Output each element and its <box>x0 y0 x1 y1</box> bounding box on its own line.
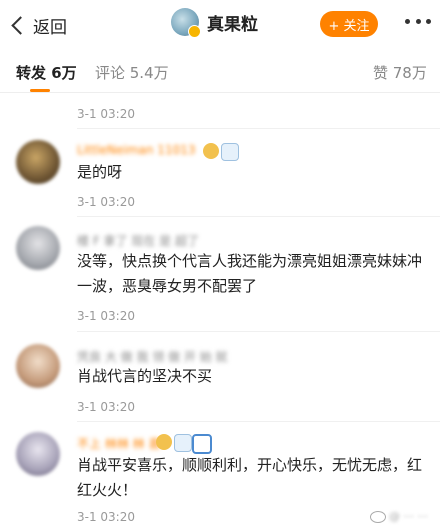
account-title[interactable]: 真果粒 <box>171 8 258 38</box>
username[interactable]: 不上 林林 林 喜 <box>77 435 160 452</box>
chevron-left-icon <box>11 16 30 35</box>
bunny-badge-icon <box>174 434 192 452</box>
top-nav-bar: 返回 真果粒 + 关注 <box>0 0 440 50</box>
account-name: 真果粒 <box>207 14 258 35</box>
shield-badge-icon <box>192 434 212 454</box>
timestamp: 3-1 03:20 <box>77 107 135 121</box>
divider <box>77 331 440 332</box>
timestamp: 3-1 03:20 <box>77 400 135 414</box>
divider <box>77 128 440 129</box>
comment-text: 没等，快点换个代言人我还能为漂亮姐姐漂亮妹妹冲一波，恶臭辱女男不配罢了 <box>77 252 423 295</box>
bunny-badge-icon <box>221 143 239 161</box>
tab-bar: 转发 6万 评论 5.4万 赞 78万 <box>0 56 440 93</box>
comment-text: 肖战代言的坚决不买 <box>77 367 213 385</box>
avatar[interactable] <box>16 140 60 184</box>
timestamp: 3-1 03:20 <box>77 510 135 524</box>
weibo-logo-icon <box>370 510 386 523</box>
avatar[interactable] <box>16 226 60 270</box>
username[interactable]: LittleNeiman 11013 <box>77 143 195 157</box>
more-icon[interactable] <box>405 16 431 26</box>
avatar[interactable] <box>16 344 60 388</box>
divider <box>77 421 440 422</box>
timestamp: 3-1 03:20 <box>77 195 135 209</box>
back-button[interactable]: 返回 <box>10 13 67 38</box>
follow-button[interactable]: + 关注 <box>320 11 378 37</box>
username[interactable]: 凭良 大 做 我 领 做 开 始 就 <box>77 348 228 365</box>
back-label: 返回 <box>33 18 67 38</box>
account-avatar[interactable] <box>171 8 201 38</box>
fan-badge-icon <box>156 434 172 450</box>
username[interactable]: 楼 F 拿了 现在 是 超了 <box>77 232 199 249</box>
tab-comments[interactable]: 评论 5.4万 <box>95 62 169 83</box>
comment-text: 是的呀 <box>77 163 123 181</box>
tab-reposts[interactable]: 转发 6万 <box>16 62 77 83</box>
fan-badge-icon <box>203 143 219 159</box>
divider <box>77 216 440 217</box>
comment-text: 肖战平安喜乐，顺顺利利，开心快乐，无忧无虑，红红火火！ <box>77 456 423 499</box>
avatar[interactable] <box>16 432 60 476</box>
timestamp: 3-1 03:20 <box>77 309 135 323</box>
verified-icon <box>188 25 201 38</box>
tab-likes[interactable]: 赞 78万 <box>373 62 427 83</box>
weibo-watermark: @ ··· ··· <box>370 510 428 523</box>
active-tab-indicator <box>30 89 50 92</box>
